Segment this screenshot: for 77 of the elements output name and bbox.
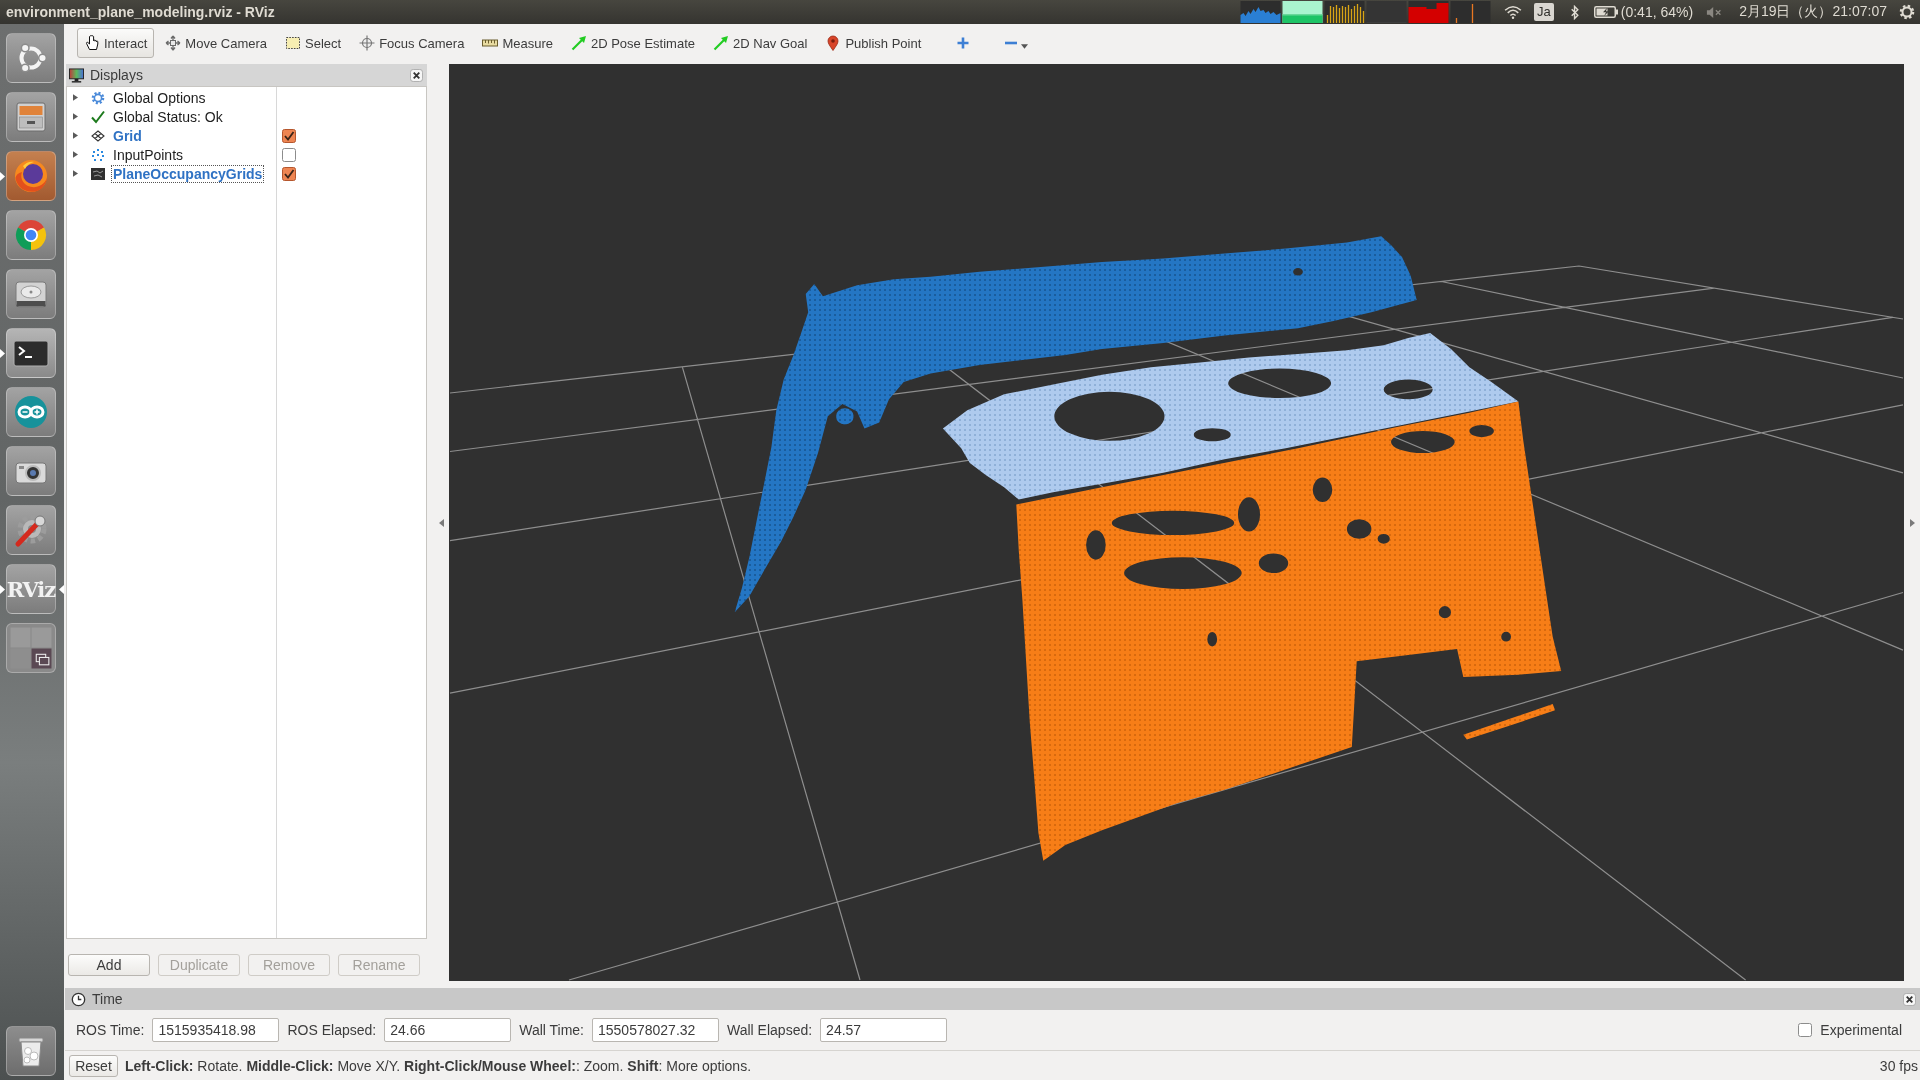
map-pin-icon [825,35,842,51]
tool-button[interactable]: Publish Point [818,28,929,58]
dashed-rectangle-icon [285,35,301,51]
gear-icon [91,90,105,105]
tool-button[interactable]: Focus Camera [352,28,472,58]
mouse-hint-text: Left-Click: Rotate. Middle-Click: Move X/Y. Right-Click/Mouse Wheel:: Zoom. Shift: More options. [125,1057,752,1074]
launcher-item[interactable] [6,623,56,673]
time-field[interactable]: 1550578027.32 [592,1018,719,1042]
expand-arrow-icon[interactable] [73,151,78,158]
render-viewport[interactable] [449,64,1904,981]
hand-pointer-icon [84,35,100,51]
tool-button[interactable]: Measure [475,28,560,58]
tool-button[interactable]: Interact [77,28,155,58]
expand-arrow-icon[interactable] [73,170,78,177]
wifi-icon[interactable] [1504,5,1523,19]
checkbox-label[interactable]: Experimental [1820,1022,1902,1038]
map-thumbnail-icon [91,166,105,181]
field-label: Wall Elapsed: [727,1022,813,1038]
checkmark-icon [91,109,105,124]
expand-arrow-icon[interactable] [73,113,78,120]
caret-icon [1021,43,1029,49]
clock-icon [71,991,86,1007]
clock[interactable]: 2月19日（火）21:07:07 [1739,3,1887,21]
battery-status[interactable]: (0:41, 64%) [1620,4,1694,20]
battery-icon[interactable] [1593,6,1618,18]
launcher-item[interactable] [6,269,56,319]
bluetooth-icon[interactable] [1569,4,1580,20]
tool-button[interactable]: 2D Nav Goal [706,28,815,58]
display-item[interactable]: Global Options [111,88,208,107]
field-label: ROS Elapsed: [287,1022,377,1038]
expand-arrow-icon[interactable] [73,132,78,139]
system-monitor-icon[interactable] [1282,1,1324,23]
close-icon[interactable] [1903,992,1916,1006]
display-item[interactable]: Global Status: Ok [111,107,225,126]
monitor-icon [69,67,84,83]
checkbox[interactable] [1798,1023,1813,1037]
fps-counter: 30 fps [1879,1057,1918,1074]
grid-icon [91,128,105,143]
panel-title: Displays [90,67,143,83]
caret-right-icon[interactable] [1909,519,1915,527]
dots-icon [91,147,105,162]
plus-icon [955,35,972,51]
reset-button[interactable]: Reset [69,1054,118,1077]
system-monitor-icon[interactable] [1450,1,1492,23]
tool-button[interactable]: Select [278,28,349,58]
field-label: Wall Time: [519,1022,584,1038]
launcher-item[interactable] [6,446,56,496]
window-title: environment_plane_modeling.rviz - RViz [6,4,275,20]
close-icon[interactable] [410,68,423,82]
display-item[interactable]: InputPoints [111,145,186,164]
checkbox[interactable] [282,166,296,181]
tool-button[interactable]: Move Camera [158,28,274,58]
launcher-item[interactable] [6,328,56,378]
move-arrows-icon [165,35,182,51]
caret-left-icon[interactable] [439,519,444,527]
system-monitor-icon[interactable] [1324,1,1366,23]
settings-icon[interactable] [1898,3,1916,21]
panel-button[interactable]: Add [68,954,150,976]
tool-button[interactable]: 2D Pose Estimate [563,28,702,58]
field-label: ROS Time: [76,1022,145,1038]
panel-title: Time [92,991,123,1007]
time-field[interactable]: 24.57 [820,1018,948,1042]
launcher-item[interactable] [6,1026,56,1076]
launcher-item[interactable] [6,387,56,437]
time-field[interactable]: 1515935418.98 [152,1018,280,1042]
diagonal-arrow-icon [570,35,587,51]
checkbox[interactable] [282,128,296,143]
system-monitor-icon[interactable] [1240,1,1282,23]
display-item[interactable]: Grid [111,126,144,145]
crosshair-icon [359,35,376,51]
diagonal-arrow-icon [713,35,729,51]
expand-arrow-icon[interactable] [73,94,78,101]
workspace-switcher-icon [10,627,52,669]
time-field[interactable]: 24.66 [384,1018,512,1042]
keyboard-layout-indicator[interactable]: Ja [1534,3,1554,21]
checkbox[interactable] [282,147,296,162]
display-item[interactable]: PlaneOccupancyGrids [111,164,265,183]
